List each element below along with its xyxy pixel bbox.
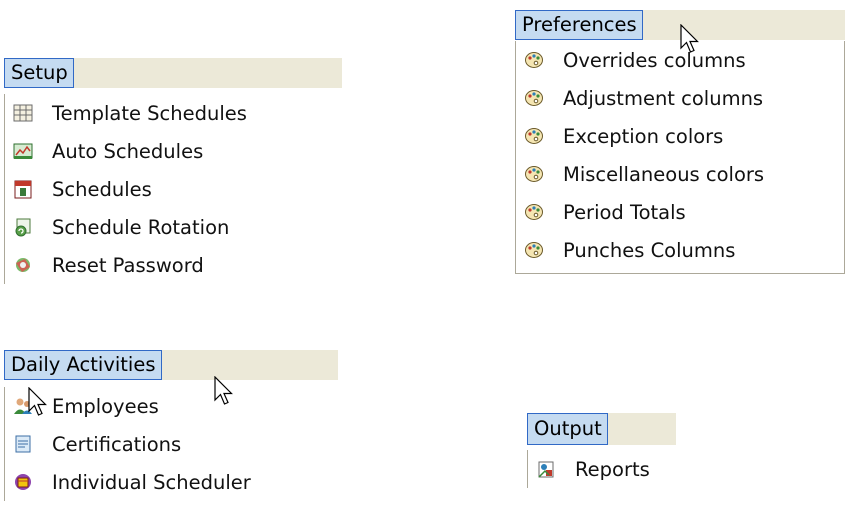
menu-item-label: Certifications xyxy=(52,432,182,456)
menu-item-auto-schedules[interactable]: Auto Schedules xyxy=(5,132,340,170)
setup-menu: Setup Template Schedules Auto Schedules … xyxy=(4,58,344,320)
menu-item-label: Miscellaneous colors xyxy=(563,162,765,186)
palette-icon xyxy=(523,125,545,147)
template-schedules-icon xyxy=(12,102,34,124)
setup-menu-items: Template Schedules Auto Schedules Schedu… xyxy=(4,94,340,284)
auto-schedules-icon xyxy=(12,140,34,162)
reset-password-icon xyxy=(12,254,34,276)
menu-item-overrides-columns[interactable]: Overrides columns xyxy=(516,41,844,79)
output-menu: Output Reports xyxy=(527,413,676,516)
daily-activities-menu: Daily Activities Employees Certification… xyxy=(4,350,340,516)
palette-icon xyxy=(523,239,545,261)
menu-item-employees[interactable]: Employees xyxy=(5,387,338,425)
daily-activities-menu-items: Employees Certifications Individual Sche… xyxy=(4,387,338,501)
palette-icon xyxy=(523,163,545,185)
menu-item-certifications[interactable]: Certifications xyxy=(5,425,338,463)
menu-item-schedule-rotation[interactable]: Schedule Rotation xyxy=(5,208,340,246)
menu-item-label: Schedule Rotation xyxy=(52,215,230,239)
menu-item-adjustment-columns[interactable]: Adjustment columns xyxy=(516,79,844,117)
menu-item-label: Template Schedules xyxy=(52,101,247,125)
menu-item-label: Schedules xyxy=(52,177,152,201)
output-menu-items: Reports xyxy=(527,450,676,488)
menu-item-label: Overrides columns xyxy=(563,48,746,72)
schedules-calendar-icon xyxy=(12,178,34,200)
menu-item-period-totals[interactable]: Period Totals xyxy=(516,193,844,231)
menu-item-label: Employees xyxy=(52,394,159,418)
menu-item-reset-password[interactable]: Reset Password xyxy=(5,246,340,284)
menu-item-label: Auto Schedules xyxy=(52,139,204,163)
menu-item-reports[interactable]: Reports xyxy=(528,450,676,488)
daily-activities-menu-title[interactable]: Daily Activities xyxy=(4,350,162,380)
employees-icon xyxy=(12,395,34,417)
menu-item-label: Period Totals xyxy=(563,200,686,224)
menu-item-label: Punches Columns xyxy=(563,238,736,262)
certifications-icon xyxy=(12,433,34,455)
individual-scheduler-icon xyxy=(12,471,34,493)
palette-icon xyxy=(523,87,545,109)
schedule-rotation-icon xyxy=(12,216,34,238)
menu-item-individual-scheduler[interactable]: Individual Scheduler xyxy=(5,463,338,501)
preferences-menu-items: Overrides columns Adjustment columns Exc… xyxy=(515,41,845,274)
preferences-menu: Preferences Overrides columns Adjustment… xyxy=(515,10,845,316)
palette-icon xyxy=(523,49,545,71)
preferences-menu-title[interactable]: Preferences xyxy=(515,10,643,40)
menu-item-label: Reports xyxy=(575,457,650,481)
menu-item-label: Reset Password xyxy=(52,253,204,277)
setup-menu-title[interactable]: Setup xyxy=(4,58,74,88)
menu-item-label: Individual Scheduler xyxy=(52,470,251,494)
menu-item-schedules[interactable]: Schedules xyxy=(5,170,340,208)
menu-item-label: Exception colors xyxy=(563,124,724,148)
palette-icon xyxy=(523,201,545,223)
reports-icon xyxy=(535,458,557,480)
menu-item-label: Adjustment columns xyxy=(563,86,764,110)
menu-item-miscellaneous-colors[interactable]: Miscellaneous colors xyxy=(516,155,844,193)
output-menu-title[interactable]: Output xyxy=(527,413,608,445)
menu-item-punches-columns[interactable]: Punches Columns xyxy=(516,231,844,269)
menu-item-exception-colors[interactable]: Exception colors xyxy=(516,117,844,155)
menu-item-template-schedules[interactable]: Template Schedules xyxy=(5,94,340,132)
